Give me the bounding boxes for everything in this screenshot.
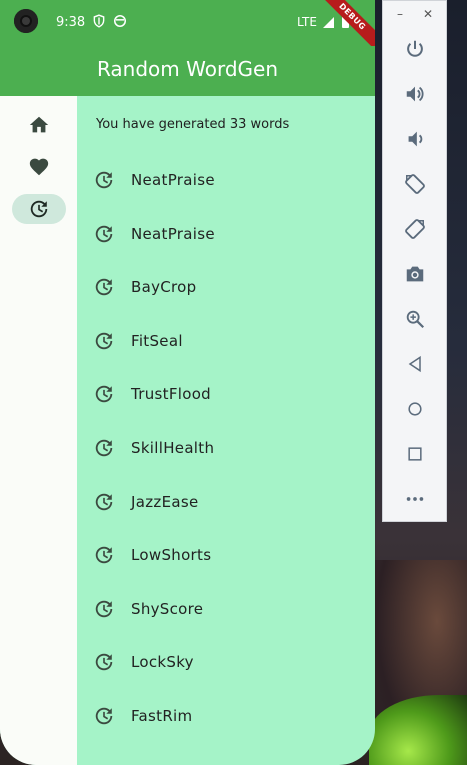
zoom-icon	[406, 310, 425, 329]
history-page: You have generated 33 words NeatPraise Ne…	[77, 96, 375, 765]
nav-history[interactable]	[12, 194, 66, 224]
list-item[interactable]: NeatPraise	[77, 207, 375, 261]
history-icon	[95, 600, 113, 618]
zoom-button[interactable]	[403, 307, 427, 331]
word-label: NeatPraise	[131, 171, 215, 189]
phone-screen: 9:38 LTE DEBUG Random WordGen You have g…	[0, 0, 375, 765]
list-item[interactable]: BayCrop	[77, 260, 375, 314]
status-bar: 9:38 LTE DEBUG	[0, 0, 375, 54]
network-type: LTE	[297, 15, 317, 29]
shield-icon	[93, 14, 105, 28]
heart-icon	[29, 158, 49, 176]
back-icon	[408, 355, 421, 373]
camera-icon	[406, 266, 424, 282]
word-label: LockSky	[131, 653, 194, 672]
history-icon	[30, 200, 48, 218]
list-item[interactable]: FastRim	[77, 689, 375, 743]
word-label: FastRim	[131, 707, 193, 725]
word-label: JazzEase	[131, 492, 199, 511]
list-item[interactable]: TrustFlood	[77, 367, 375, 421]
screenshot-button[interactable]	[403, 262, 427, 286]
rotate-right-button[interactable]	[403, 217, 427, 241]
front-camera	[14, 9, 38, 33]
generated-count: You have generated 33 words	[96, 117, 290, 132]
volume-up-icon	[406, 86, 424, 102]
minimize-icon[interactable]: –	[397, 7, 403, 21]
word-label: FitSeal	[131, 331, 183, 350]
back-button[interactable]	[403, 352, 427, 376]
history-icon	[95, 707, 113, 725]
history-icon	[95, 654, 113, 671]
app-title: Random WordGen	[96, 57, 279, 81]
word-label: BayCrop	[131, 278, 197, 297]
word-label: SkillHealth	[131, 439, 215, 457]
home-icon	[29, 116, 49, 133]
more-icon	[406, 497, 424, 501]
list-item[interactable]: ShyScore	[77, 582, 375, 636]
word-label: TrustFlood	[131, 385, 211, 404]
power-icon	[407, 40, 423, 57]
history-icon	[95, 386, 113, 403]
list-item[interactable]: FitSeal	[77, 314, 375, 368]
list-item[interactable]: LockSky	[77, 635, 375, 689]
rotate-left-icon	[405, 174, 425, 194]
app-bar: Random WordGen	[0, 46, 375, 96]
overview-button[interactable]	[403, 442, 427, 466]
history-icon	[95, 439, 113, 457]
rotate-left-button[interactable]	[403, 172, 427, 196]
home-button[interactable]	[403, 397, 427, 421]
word-label: LowShorts	[131, 546, 212, 565]
home-circle-icon	[408, 402, 422, 416]
rotate-right-icon	[405, 219, 425, 239]
word-label: NeatPraise	[131, 224, 215, 243]
list-item[interactable]: JazzEase	[77, 475, 375, 529]
list-item[interactable]: LowShorts	[77, 528, 375, 582]
signal-icon	[323, 17, 334, 28]
nav-favorites[interactable]	[12, 152, 66, 182]
volume-up-button[interactable]	[403, 82, 427, 106]
overview-icon	[408, 447, 422, 461]
power-button[interactable]	[403, 37, 427, 61]
status-time: 9:38	[56, 15, 86, 30]
history-icon	[95, 171, 113, 189]
history-icon	[95, 278, 113, 296]
history-icon	[95, 546, 113, 564]
nav-home[interactable]	[12, 110, 66, 140]
more-button[interactable]	[403, 487, 427, 511]
history-icon	[95, 493, 113, 510]
close-icon[interactable]: ✕	[423, 7, 433, 21]
volume-down-button[interactable]	[403, 127, 427, 151]
word-label: ShyScore	[131, 599, 204, 618]
data-saver-icon	[113, 14, 127, 28]
navigation-rail	[0, 96, 77, 765]
history-icon	[95, 332, 113, 350]
list-item[interactable]: SkillHealth	[77, 421, 375, 475]
volume-down-icon	[408, 131, 423, 147]
history-icon	[95, 225, 113, 242]
emulator-panel: – ✕	[382, 0, 447, 522]
list-item[interactable]: NeatPraise	[77, 153, 375, 207]
